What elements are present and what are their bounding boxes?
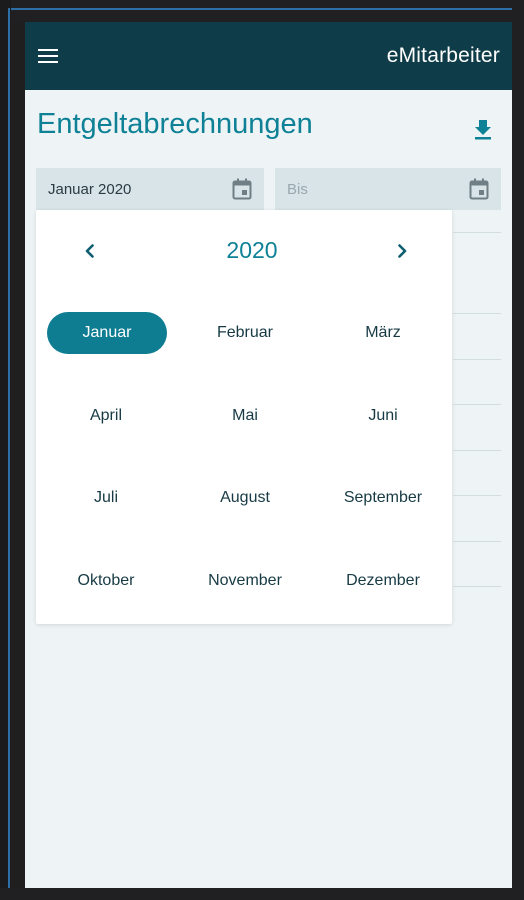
calendar-icon[interactable] xyxy=(469,178,489,200)
window-frame-right xyxy=(512,0,524,900)
from-date-field[interactable]: Januar 2020 xyxy=(36,168,264,210)
window-frame-accent-left xyxy=(8,8,10,900)
picker-year[interactable]: 2020 xyxy=(186,237,318,264)
to-date-field[interactable]: Bis xyxy=(275,168,501,210)
app-screen: eMitarbeiter Entgeltabrechnungen Januar … xyxy=(25,22,512,888)
month-februar[interactable]: Februar xyxy=(185,312,305,354)
month-maerz[interactable]: März xyxy=(323,312,443,354)
chevron-left-icon[interactable] xyxy=(78,239,102,263)
month-september[interactable]: September xyxy=(323,477,443,519)
list-divider xyxy=(453,404,501,405)
from-date-value: Januar 2020 xyxy=(48,181,132,198)
month-picker-popup: 2020 Januar Februar März April Mai Juni … xyxy=(36,210,452,624)
window-frame-top xyxy=(0,0,524,22)
month-dezember[interactable]: Dezember xyxy=(323,560,443,602)
list-divider xyxy=(453,495,501,496)
calendar-icon[interactable] xyxy=(232,178,252,200)
download-icon[interactable] xyxy=(473,117,493,141)
month-august[interactable]: August xyxy=(185,477,305,519)
list-divider xyxy=(453,541,501,542)
month-juni[interactable]: Juni xyxy=(323,395,443,437)
list-divider xyxy=(453,313,501,314)
month-oktober[interactable]: Oktober xyxy=(46,560,166,602)
month-november[interactable]: November xyxy=(185,560,305,602)
app-bar: eMitarbeiter xyxy=(25,22,512,90)
menu-icon[interactable] xyxy=(38,49,58,63)
list-divider xyxy=(453,450,501,451)
chevron-right-icon[interactable] xyxy=(390,239,414,263)
list-divider xyxy=(453,359,501,360)
window-frame-accent-top xyxy=(0,8,524,10)
list-divider xyxy=(453,232,501,233)
month-mai[interactable]: Mai xyxy=(185,395,305,437)
month-januar[interactable]: Januar xyxy=(47,312,167,354)
page-title: Entgeltabrechnungen xyxy=(37,108,313,140)
list-divider xyxy=(453,586,501,587)
app-title: eMitarbeiter xyxy=(386,44,500,67)
to-date-placeholder: Bis xyxy=(287,181,308,198)
month-april[interactable]: April xyxy=(46,395,166,437)
window-frame-bottom xyxy=(0,888,524,900)
month-juli[interactable]: Juli xyxy=(46,477,166,519)
